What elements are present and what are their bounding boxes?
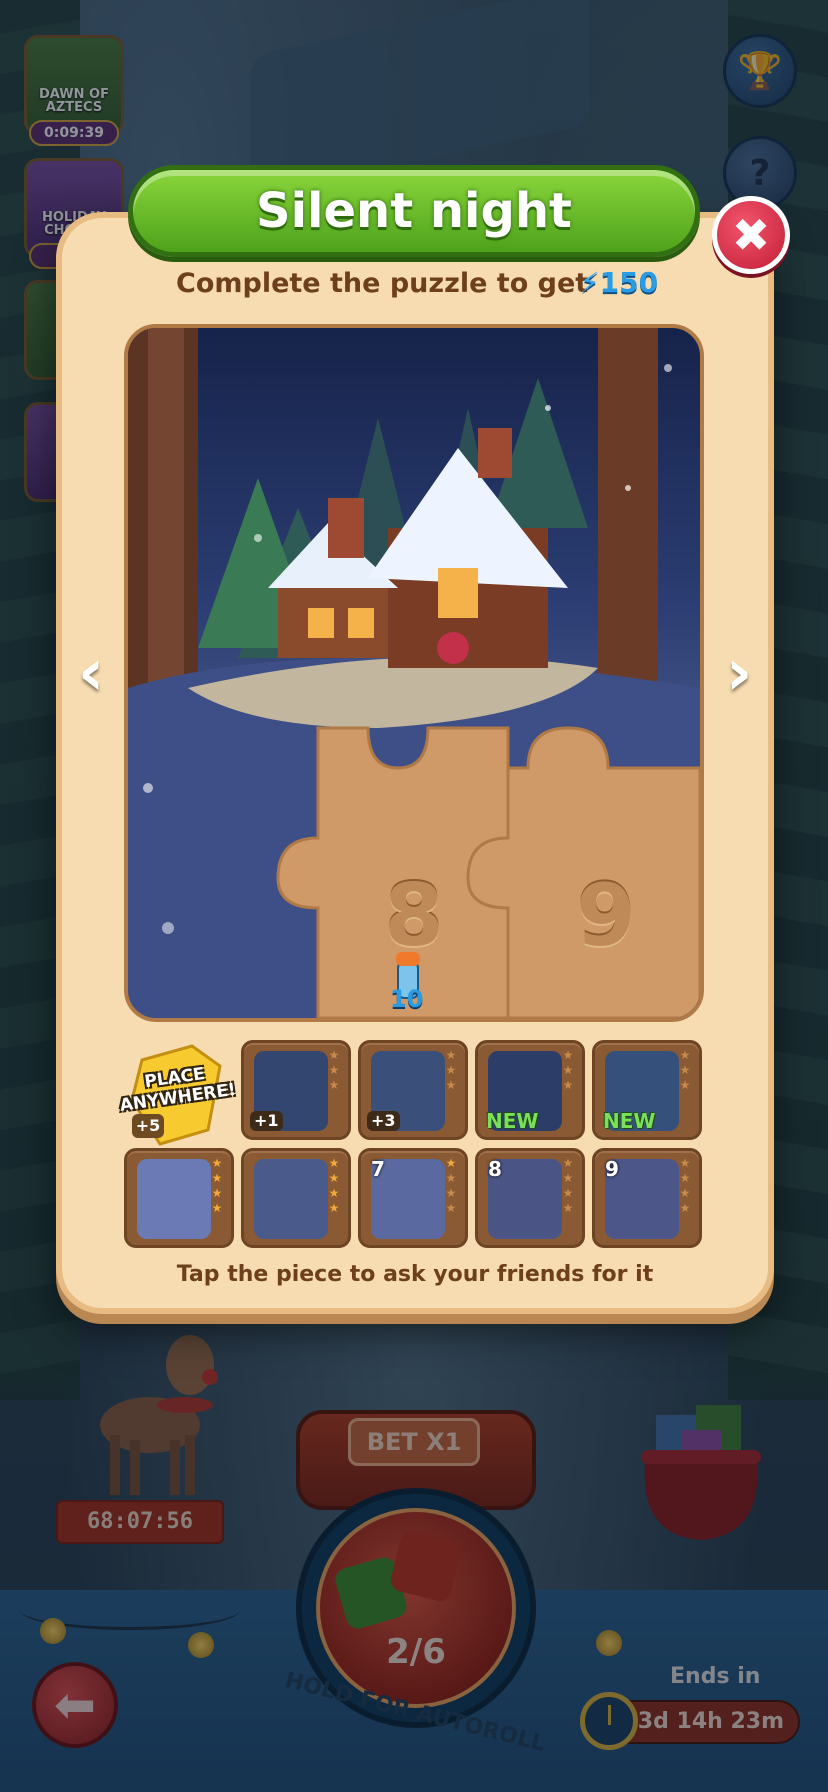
duplicate-count: +1 (250, 1111, 283, 1131)
modal-title: Silent night (256, 183, 572, 239)
puzzle-piece-slot[interactable]: ★ ★ ★ ★ (124, 1148, 234, 1248)
energy-bolt-icon: ⚡ (580, 266, 600, 299)
piece-stars: ★ ★ ★ ★ (560, 1157, 576, 1215)
star-icon: ★ (562, 1048, 574, 1062)
previous-puzzle-button[interactable]: ‹ (66, 636, 116, 710)
star-icon: ★ (445, 1048, 457, 1062)
place-anywhere-count: +5 (132, 1114, 164, 1138)
puzzle-piece-slot[interactable]: ★ ★ ★ ★ 9 (592, 1148, 702, 1248)
piece-thumbnail (137, 1159, 211, 1239)
star-icon: ★ (562, 1186, 574, 1200)
piece-stars: ★ ★ ★ (443, 1049, 459, 1092)
star-icon: ★ (562, 1078, 574, 1092)
new-badge: NEW (486, 1109, 539, 1133)
modal-subtitle: Complete the puzzle to get (176, 268, 589, 299)
star-icon: ★ (328, 1201, 340, 1215)
puzzle-piece-slot[interactable]: ★ ★ ★ ★ 8 (475, 1148, 585, 1248)
close-button[interactable]: ✖ (712, 196, 790, 274)
missing-piece-9[interactable]: 9 (576, 866, 636, 966)
star-icon: ★ (562, 1171, 574, 1185)
star-icon: ★ (445, 1201, 457, 1215)
puzzle-piece-slot[interactable]: ★ ★ ★ +1 (241, 1040, 351, 1140)
puzzle-piece-slot[interactable]: ★ ★ ★ ★ 7 (358, 1148, 468, 1248)
piece-stars: ★ ★ ★ ★ (677, 1157, 693, 1215)
star-icon: ★ (679, 1156, 691, 1170)
star-icon: ★ (211, 1201, 223, 1215)
star-icon: ★ (328, 1171, 340, 1185)
star-icon: ★ (679, 1048, 691, 1062)
star-icon: ★ (445, 1078, 457, 1092)
star-icon: ★ (445, 1171, 457, 1185)
star-icon: ★ (679, 1078, 691, 1092)
star-icon: ★ (445, 1156, 457, 1170)
puzzle-piece-slot[interactable]: ★ ★ ★ ★ (241, 1148, 351, 1248)
chevron-right-icon: › (725, 636, 753, 710)
piece-stars: ★ ★ ★ (677, 1049, 693, 1092)
piece-number: 8 (488, 1157, 502, 1181)
piece-number: 7 (371, 1157, 385, 1181)
star-icon: ★ (679, 1186, 691, 1200)
piece-stars: ★ ★ ★ ★ (326, 1157, 342, 1215)
star-icon: ★ (679, 1063, 691, 1077)
puzzle-piece-slot[interactable]: ★ ★ ★ NEW (592, 1040, 702, 1140)
piece-stars: ★ ★ ★ (560, 1049, 576, 1092)
star-icon: ★ (679, 1171, 691, 1185)
modal-footer: Tap the piece to ask your friends for it (176, 1262, 654, 1287)
star-icon: ★ (211, 1171, 223, 1185)
piece-stars: ★ ★ ★ ★ (443, 1157, 459, 1215)
reward-value: 150 (599, 266, 659, 299)
piece-stars: ★ ★ ★ (326, 1049, 342, 1092)
next-puzzle-button[interactable]: › (714, 636, 764, 710)
star-icon: ★ (328, 1063, 340, 1077)
piece-thumbnail (254, 1159, 328, 1239)
star-icon: ★ (562, 1156, 574, 1170)
puzzle-piece-slot[interactable]: ★ ★ ★ +3 (358, 1040, 468, 1140)
star-icon: ★ (328, 1156, 340, 1170)
close-icon: ✖ (731, 208, 771, 262)
piece-number: 9 (605, 1157, 619, 1181)
star-icon: ★ (328, 1078, 340, 1092)
reward-amount: ⚡150 (580, 266, 658, 299)
star-icon: ★ (328, 1048, 340, 1062)
star-icon: ★ (328, 1186, 340, 1200)
new-badge: NEW (603, 1109, 656, 1133)
star-icon: ★ (445, 1186, 457, 1200)
star-icon: ★ (679, 1201, 691, 1215)
chevron-left-icon: ‹ (77, 636, 105, 710)
puzzle-piece-slot[interactable]: ★ ★ ★ NEW (475, 1040, 585, 1140)
piece-stars: ★ ★ ★ ★ (209, 1157, 225, 1215)
star-icon: ★ (211, 1156, 223, 1170)
boost-count: 10 (390, 985, 424, 1013)
duplicate-count: +3 (367, 1111, 400, 1131)
star-icon: ★ (445, 1063, 457, 1077)
star-icon: ★ (211, 1186, 223, 1200)
star-icon: ★ (562, 1063, 574, 1077)
star-icon: ★ (562, 1201, 574, 1215)
